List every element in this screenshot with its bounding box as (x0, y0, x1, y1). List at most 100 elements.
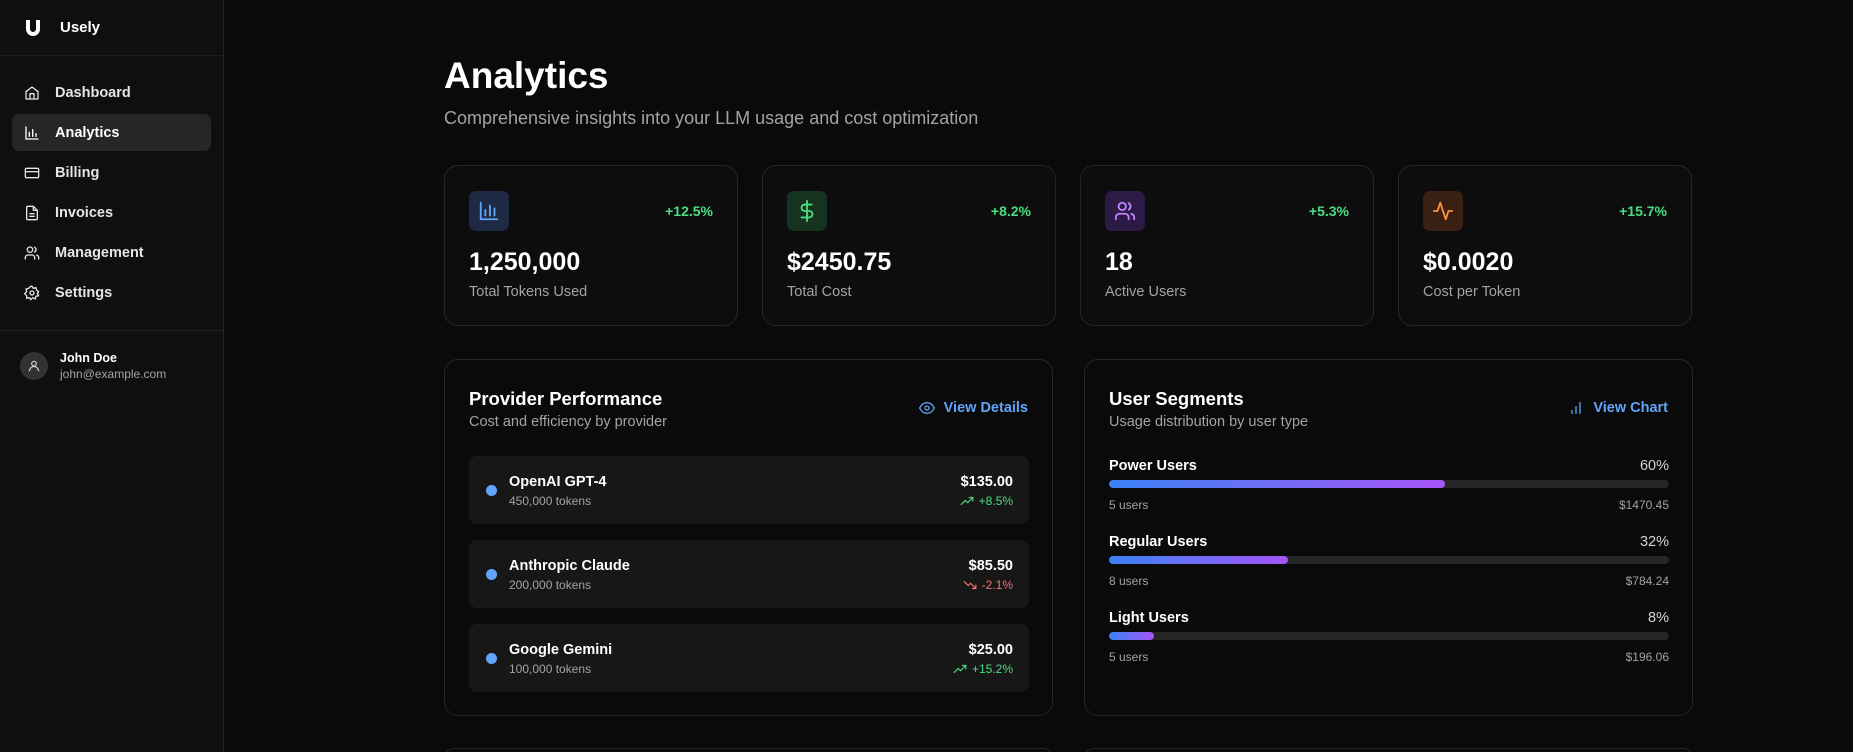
provider-name: Google Gemini (509, 642, 613, 658)
avatar (20, 352, 48, 380)
segment-progress-fill (1109, 556, 1289, 564)
provider-change-value: +8.5% (978, 494, 1013, 508)
list-item[interactable]: Google Gemini 100,000 tokens $25.00 +15.… (469, 624, 1029, 692)
list-item: Light Users 8% 5 users $196.06 (1109, 610, 1669, 686)
user-profile[interactable]: John Doe john@example.com (0, 331, 223, 381)
segment-percent: 8% (1648, 610, 1669, 626)
segment-percent: 60% (1639, 458, 1669, 474)
home-icon (24, 85, 40, 101)
trending-down-icon (963, 578, 977, 592)
provider-name: Anthropic Claude (509, 558, 630, 574)
panel-title: User Segments (1109, 388, 1244, 409)
provider-cost: $85.50 (968, 558, 1013, 574)
user-icon (28, 360, 40, 372)
segment-list: Power Users 60% 5 users $1470.45 Regular… (1109, 458, 1669, 686)
segment-progress-track (1109, 480, 1669, 488)
segment-percent: 32% (1639, 534, 1669, 550)
provider-change: +8.5% (960, 494, 1013, 508)
provider-list: OpenAI GPT-4 450,000 tokens $135.00 +8.5… (469, 456, 1029, 708)
stat-value: 18 (1105, 248, 1133, 276)
sidebar-item-label: Dashboard (55, 84, 131, 101)
provider-dot (486, 653, 497, 664)
stat-value: $2450.75 (787, 248, 892, 276)
segment-progress-track (1109, 556, 1669, 564)
sidebar-item-billing[interactable]: Billing (12, 154, 211, 191)
provider-performance-panel: Provider Performance Cost and efficiency… (444, 359, 1053, 716)
provider-dot (486, 485, 497, 496)
sidebar-item-label: Billing (55, 164, 100, 181)
provider-change-value: -2.1% (981, 578, 1013, 592)
segment-progress-track (1109, 632, 1669, 640)
stat-change: +5.3% (1308, 203, 1349, 219)
next-panel-right (1084, 748, 1693, 752)
trending-up-icon (960, 494, 974, 508)
segment-name: Power Users (1109, 458, 1197, 474)
panel-title: Provider Performance (469, 388, 663, 409)
list-item: Power Users 60% 5 users $1470.45 (1109, 458, 1669, 534)
next-panel-left (444, 748, 1053, 752)
view-details-label: View Details (943, 400, 1028, 416)
brand[interactable]: Usely (0, 0, 223, 56)
dollar-icon (787, 191, 827, 231)
provider-tokens: 200,000 tokens (509, 578, 592, 592)
bar-chart-icon (24, 125, 40, 141)
segment-users: 5 users (1109, 498, 1149, 512)
trending-up-icon (953, 662, 967, 676)
sidebar: Usely Dashboard Analytics Billing Invoic… (0, 0, 224, 752)
sidebar-item-invoices[interactable]: Invoices (12, 194, 211, 231)
bar-chart-icon (1568, 400, 1584, 416)
stats-row: +12.5% 1,250,000 Total Tokens Used +8.2%… (444, 165, 1692, 326)
view-chart-button[interactable]: View Chart (1568, 400, 1668, 416)
panel-subtitle: Usage distribution by user type (1109, 414, 1309, 430)
user-segments-panel: User Segments Usage distribution by user… (1084, 359, 1693, 716)
user-email: john@example.com (60, 367, 167, 381)
segment-name: Regular Users (1109, 534, 1208, 550)
user-name: John Doe (60, 351, 117, 365)
document-icon (24, 205, 40, 221)
sidebar-item-label: Invoices (55, 204, 114, 221)
list-item: Regular Users 32% 8 users $784.24 (1109, 534, 1669, 610)
view-details-button[interactable]: View Details (918, 400, 1028, 416)
users-icon (1105, 191, 1145, 231)
credit-card-icon (24, 165, 40, 181)
stat-label: Total Tokens Used (469, 284, 588, 300)
segment-cost: $196.06 (1625, 650, 1669, 664)
panel-subtitle: Cost and efficiency by provider (469, 414, 668, 430)
app-name: Usely (60, 19, 101, 36)
list-item[interactable]: OpenAI GPT-4 450,000 tokens $135.00 +8.5… (469, 456, 1029, 524)
usely-logo-icon (26, 19, 40, 36)
provider-name: OpenAI GPT-4 (509, 474, 607, 490)
stat-card-cost-per-token: +15.7% $0.0020 Cost per Token (1398, 165, 1692, 326)
sidebar-item-label: Analytics (55, 124, 120, 141)
gear-icon (24, 285, 40, 301)
stat-change: +8.2% (990, 203, 1031, 219)
segment-name: Light Users (1109, 610, 1189, 626)
stat-card-total-tokens: +12.5% 1,250,000 Total Tokens Used (444, 165, 738, 326)
sidebar-item-analytics[interactable]: Analytics (12, 114, 211, 151)
segment-progress-fill (1109, 632, 1154, 640)
stat-card-active-users: +5.3% 18 Active Users (1080, 165, 1374, 326)
provider-change: -2.1% (963, 578, 1013, 592)
list-item[interactable]: Anthropic Claude 200,000 tokens $85.50 -… (469, 540, 1029, 608)
segment-progress-fill (1109, 480, 1445, 488)
user-info: John Doe john@example.com (60, 351, 166, 381)
view-chart-label: View Chart (1593, 400, 1668, 416)
activity-icon (1423, 191, 1463, 231)
sidebar-nav: Dashboard Analytics Billing Invoices Man… (0, 56, 223, 331)
users-icon (24, 245, 40, 261)
stat-value: 1,250,000 (469, 248, 581, 276)
sidebar-item-settings[interactable]: Settings (12, 274, 211, 311)
provider-tokens: 100,000 tokens (509, 662, 592, 676)
page-subtitle: Comprehensive insights into your LLM usa… (444, 108, 979, 128)
eye-icon (918, 400, 935, 416)
sidebar-item-dashboard[interactable]: Dashboard (12, 74, 211, 111)
sidebar-item-management[interactable]: Management (12, 234, 211, 271)
stat-label: Cost per Token (1423, 284, 1521, 300)
provider-dot (486, 569, 497, 580)
provider-tokens: 450,000 tokens (509, 494, 592, 508)
stat-value: $0.0020 (1423, 248, 1514, 276)
provider-change-value: +15.2% (971, 662, 1013, 676)
stat-label: Active Users (1105, 284, 1187, 300)
segment-cost: $784.24 (1625, 574, 1669, 588)
segment-users: 5 users (1109, 650, 1149, 664)
